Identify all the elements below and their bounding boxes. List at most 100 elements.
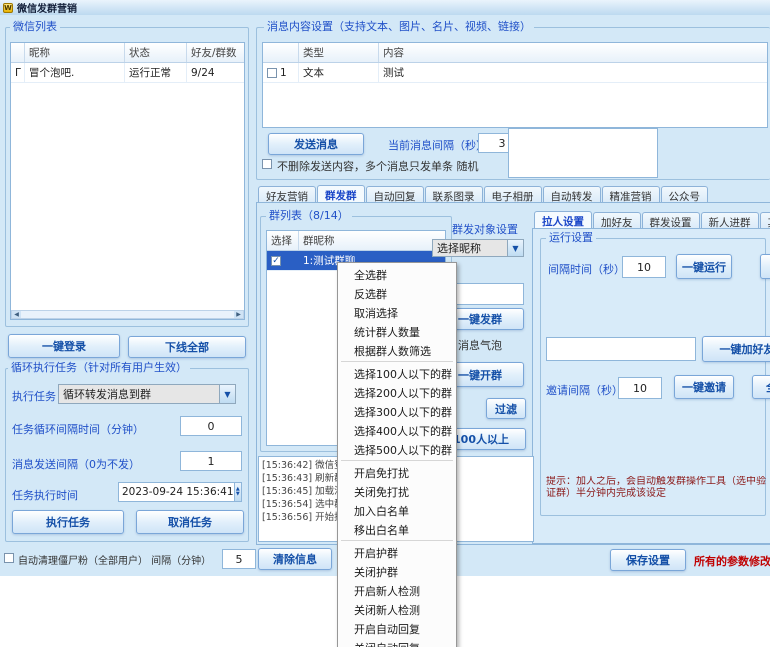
menu-item-guard-off[interactable]: 关闭护群 [338,562,456,581]
menu-item-under-100[interactable]: 选择100人以下的群 [338,364,456,383]
message-table-header: 类型 内容 [263,43,767,63]
cancel-task-button[interactable]: 取消任务 [136,510,244,534]
run-task-button[interactable]: 执行任务 [12,510,124,534]
auto-clean-checkbox[interactable] [4,553,14,563]
title-bar[interactable]: W 微信发群营销 [0,0,770,15]
loop-interval-input[interactable]: 0 [180,416,242,436]
auto-clean-interval-input[interactable]: 5 [222,549,256,569]
accounts-groupbox-title: 微信列表 [10,21,60,33]
message-col-type: 类型 [299,43,379,62]
login-all-button[interactable]: 一键登录 [8,334,120,358]
scroll-left-icon[interactable]: ◀ [12,311,21,318]
message-preview-textarea[interactable] [508,128,658,178]
keep-content-checkbox[interactable] [262,159,272,169]
send-gap-label: 消息发送间隔（0为不发） [12,456,140,472]
message-groupbox-title: 消息内容设置（支持文本、图片、名片、视频、链接） [264,21,534,33]
invite-interval-label: 邀请间隔（秒） [546,382,623,398]
menu-item-under-500[interactable]: 选择500人以下的群 [338,440,456,459]
spinner-icon[interactable]: ▲▼ [234,483,241,501]
scroll-right-icon[interactable]: ▶ [234,311,243,318]
account-row-select[interactable]: Г [11,63,25,82]
account-row-status: 运行正常 [125,63,187,82]
menu-item-count-members[interactable]: 统计群人数量 [338,322,456,341]
invite-all-button[interactable]: 一键邀请 [674,375,734,399]
message-row[interactable]: 1 文本 测试 [263,63,767,83]
menu-item-under-400[interactable]: 选择400人以下的群 [338,421,456,440]
account-row[interactable]: Г 冒个泡吧. 运行正常 9/24 [11,63,244,83]
menu-item-autoreply-off[interactable]: 关闭自动回复 [338,638,456,647]
menu-separator [341,361,453,362]
menu-item-filter-by-members[interactable]: 根据群人数筛选 [338,341,456,360]
group-context-menu: 全选群 反选群 取消选择 统计群人数量 根据群人数筛选 选择100人以下的群 选… [337,262,457,647]
exec-task-combo[interactable]: 循环转发消息到群 ▼ [58,384,236,404]
menu-item-deselect[interactable]: 取消选择 [338,303,456,322]
task-time-label: 任务执行时间 [12,487,78,503]
bubble-label: 消息气泡 [458,337,502,353]
menu-separator [341,540,453,541]
task-groupbox-title: 循环执行任务（针对所有用户生效） [8,362,190,374]
group-list-title: 群列表（8/14） [266,210,352,222]
menu-item-under-200[interactable]: 选择200人以下的群 [338,383,456,402]
add-friends-button[interactable]: 一键加好友 [702,336,770,362]
message-row-checkbox[interactable] [267,68,277,78]
accounts-col-select [11,43,25,62]
menu-item-whitelist-add[interactable]: 加入白名单 [338,501,456,520]
message-table[interactable]: 类型 内容 1 文本 测试 [262,42,768,128]
message-gap-label: 当前消息间隔（秒） [388,137,487,153]
run-all-button[interactable]: 一键运行 [676,254,732,279]
app-icon: W [3,3,13,13]
filter-button[interactable]: 过滤 [486,398,526,419]
friend-id-input[interactable] [546,337,696,361]
task-time-input[interactable]: 2023-09-24 15:36:41 ▲▼ [118,482,242,502]
group-col-name: 群昵称 [299,231,445,250]
menu-item-autoreply-on[interactable]: 开启自动回复 [338,619,456,638]
menu-item-newcomer-check-off[interactable]: 关闭新人检测 [338,600,456,619]
menu-item-guard-on[interactable]: 开启护群 [338,543,456,562]
accounts-col-status: 状态 [125,43,187,62]
message-row-type: 文本 [299,63,379,82]
message-row-select[interactable]: 1 [263,63,299,82]
group-list-header: 选择 群昵称 [267,231,445,251]
group-row-select[interactable] [267,251,299,270]
accounts-col-nick: 昵称 [25,43,125,62]
menu-item-select-all[interactable]: 全选群 [338,265,456,284]
accounts-table-header: 昵称 状态 好友/群数 [11,43,244,63]
accounts-table[interactable]: 昵称 状态 好友/群数 Г 冒个泡吧. 运行正常 9/24 [10,42,245,320]
accounts-hscrollbar[interactable]: ◀ ▶ [11,310,244,319]
menu-item-mute-off[interactable]: 关闭免打扰 [338,482,456,501]
message-col-select [263,43,299,62]
message-row-content: 测试 [379,63,767,82]
task-time-value: 2023-09-24 15:36:41 [119,486,234,498]
save-settings-button[interactable]: 保存设置 [610,549,686,571]
exec-task-label: 执行任务 [12,388,56,404]
chevron-down-icon[interactable]: ▼ [219,385,235,403]
run-more-button[interactable]: 全自动 [760,254,770,279]
menu-item-under-300[interactable]: 选择300人以下的群 [338,402,456,421]
send-gap-input[interactable]: 1 [180,451,242,471]
run-interval-input[interactable]: 10 [622,256,666,278]
menu-item-whitelist-remove[interactable]: 移出白名单 [338,520,456,539]
message-col-content: 内容 [379,43,767,62]
exec-task-combo-value: 循环转发消息到群 [59,386,219,402]
offline-all-button[interactable]: 下线全部 [128,336,246,358]
clear-log-button[interactable]: 清除信息 [258,548,332,570]
menu-item-invert-select[interactable]: 反选群 [338,284,456,303]
invite-more-button[interactable]: 全选 [752,375,770,399]
menu-separator [341,460,453,461]
invite-interval-input[interactable]: 10 [618,377,662,399]
account-row-nick: 冒个泡吧. [25,63,125,82]
application-window: W 微信发群营销 微信列表 昵称 状态 好友/群数 Г 冒个泡吧. 运行正常 9… [0,0,770,647]
chevron-down-icon[interactable]: ▼ [507,240,523,256]
menu-item-newcomer-check-on[interactable]: 开启新人检测 [338,581,456,600]
group-col-select: 选择 [267,231,299,250]
send-target-label: 群发对象设置 [452,221,518,237]
send-target-combo[interactable]: 选择昵称 ▼ [432,239,524,257]
account-row-counts: 9/24 [187,63,244,82]
accounts-col-counts: 好友/群数 [187,43,244,62]
auto-clean-label: 自动清理僵尸粉（全部用户） 间隔（分钟） [18,552,211,567]
menu-item-mute-on[interactable]: 开启免打扰 [338,463,456,482]
run-interval-label: 间隔时间（秒） [548,261,625,277]
send-message-button[interactable]: 发送消息 [268,133,364,155]
group-row-checkbox[interactable] [271,256,281,266]
loop-interval-label: 任务循环间隔时间（分钟） [12,421,144,437]
